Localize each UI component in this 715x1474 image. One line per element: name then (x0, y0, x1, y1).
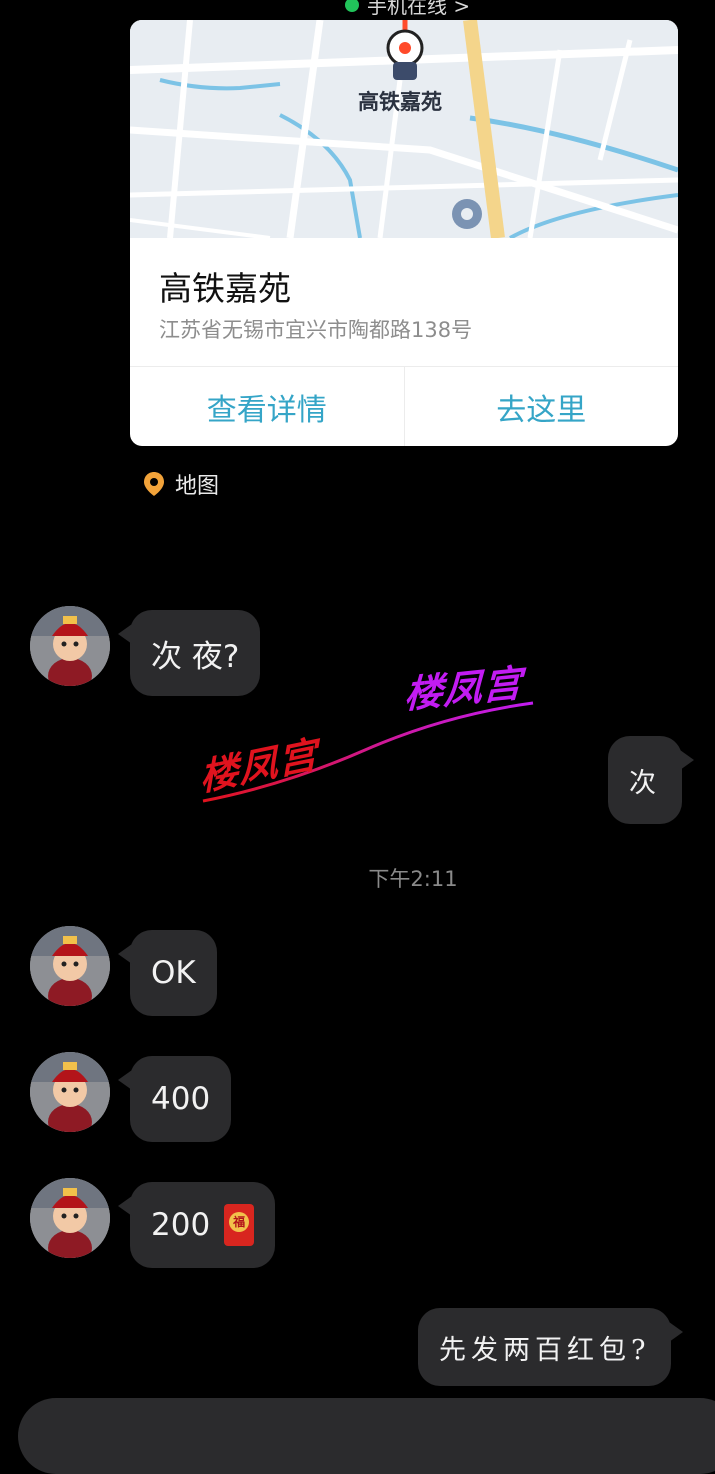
contact-avatar[interactable] (30, 606, 110, 686)
map-tag-label: 地图 (175, 474, 220, 499)
online-dot-icon (345, 0, 359, 12)
message-bubble[interactable]: 200 (117, 1182, 276, 1268)
poi-marker-icon (452, 199, 482, 229)
message-text: OK (151, 955, 196, 991)
message-bubble[interactable]: 400 (117, 1056, 232, 1142)
location-address: 江苏省无锡市宜兴市陶都路138号 (159, 318, 473, 342)
online-status-text: 手机在线 > (367, 0, 471, 18)
message-timestamp: 下午2:11 (368, 867, 458, 891)
message-text: 200 (151, 1207, 211, 1243)
message-text: 先发两百红包? (439, 1334, 651, 1366)
contact-avatar[interactable] (30, 926, 110, 1006)
map-source-tag: 地图 (143, 468, 219, 500)
view-details-button[interactable]: 查看详情 (130, 367, 404, 446)
message-input[interactable] (18, 1398, 715, 1474)
location-pin-icon (144, 472, 164, 496)
message-bubble[interactable]: OK (118, 930, 217, 1016)
message-text: 400 (151, 1081, 211, 1117)
contact-avatar[interactable] (30, 1178, 110, 1258)
location-actions: 查看详情 去这里 (130, 366, 678, 446)
location-title: 高铁嘉苑 (159, 269, 291, 308)
my-message-bubble[interactable]: 先发两百红包? (418, 1308, 684, 1386)
navigate-here-button[interactable]: 去这里 (403, 367, 679, 446)
location-card[interactable]: 高铁嘉苑 高铁嘉苑 江苏省无锡市宜兴市陶都路138号 查看详情 去这里 (130, 20, 678, 446)
red-packet-icon (224, 1204, 255, 1246)
message-text: 次 (629, 767, 661, 799)
map-poi-label: 高铁嘉苑 (358, 90, 442, 114)
my-message-bubble[interactable]: 次 (608, 736, 694, 824)
contact-avatar[interactable] (30, 1052, 110, 1132)
online-status: 手机在线 > (345, 0, 470, 19)
map-preview[interactable]: 高铁嘉苑 (130, 20, 678, 238)
